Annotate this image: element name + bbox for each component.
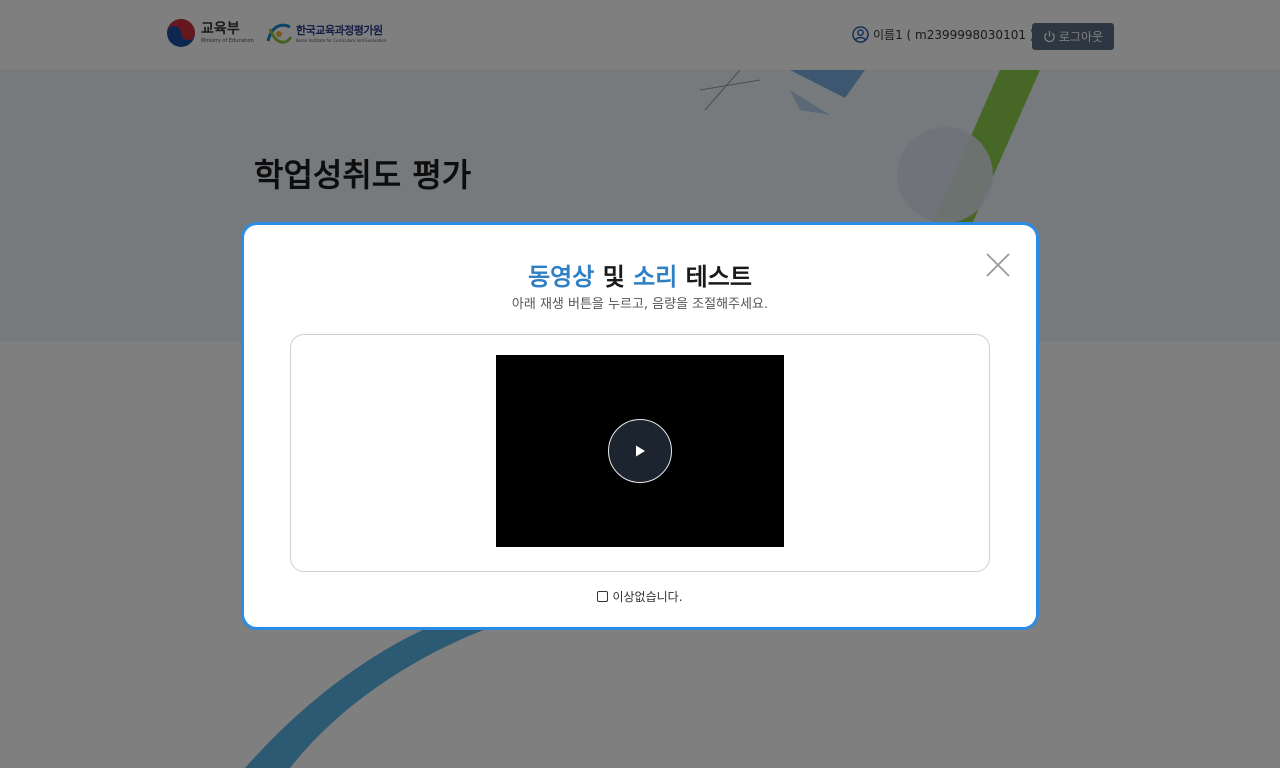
title-sound: 소리 (633, 263, 678, 291)
title-test: 테스트 (685, 263, 752, 291)
close-icon (986, 253, 1010, 277)
close-button[interactable] (985, 252, 1011, 278)
confirm-label[interactable]: 이상없습니다. (612, 588, 682, 605)
title-video: 동영상 (528, 263, 595, 291)
video-container (290, 334, 990, 572)
title-and: 및 (602, 263, 625, 291)
modal-title: 동영상 및 소리 테스트 (244, 257, 1036, 292)
play-icon (636, 445, 645, 457)
av-test-modal: 동영상 및 소리 테스트 아래 재생 버튼을 누르고, 음량을 조절해주세요. … (241, 222, 1039, 630)
video-player[interactable] (496, 355, 784, 547)
play-button[interactable] (608, 419, 672, 483)
confirm-row[interactable]: 이상없습니다. (244, 588, 1036, 605)
confirm-checkbox[interactable] (597, 591, 609, 602)
modal-subtitle: 아래 재생 버튼을 누르고, 음량을 조절해주세요. (511, 297, 769, 312)
